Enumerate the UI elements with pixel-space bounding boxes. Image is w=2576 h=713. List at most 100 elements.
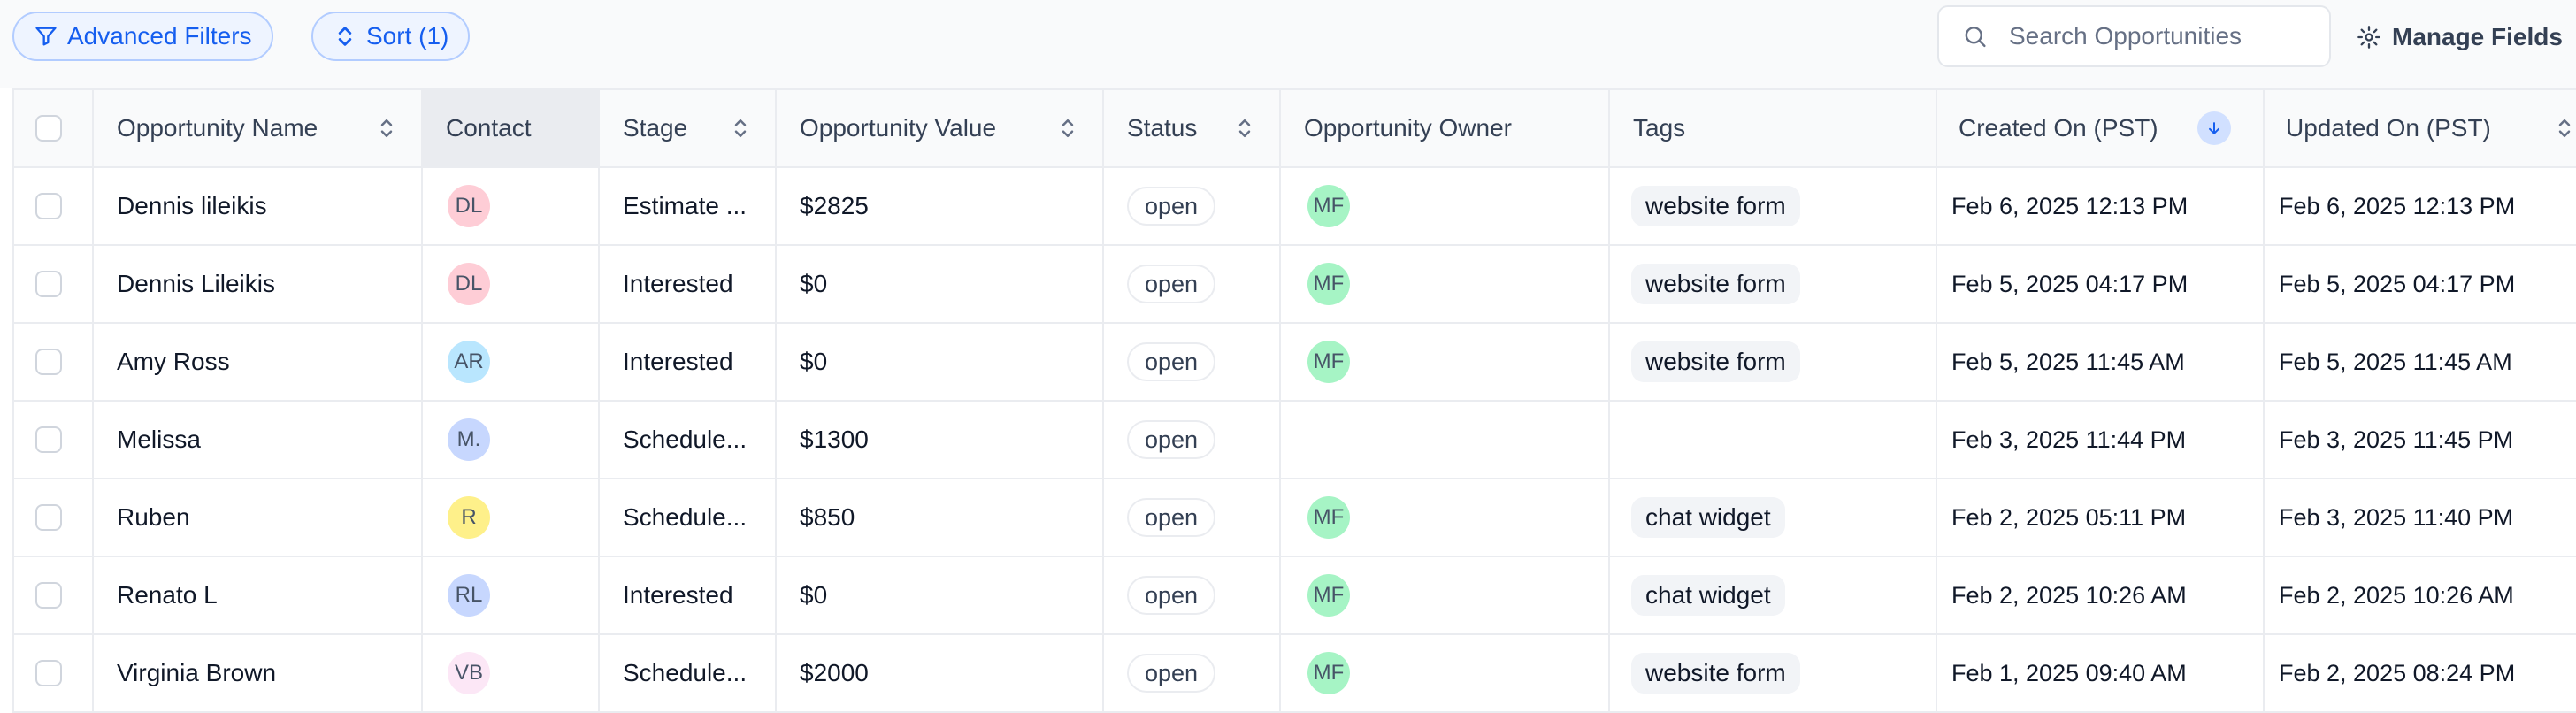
- contact-avatar[interactable]: DL: [448, 185, 490, 227]
- contact-avatar[interactable]: VB: [448, 652, 490, 694]
- gear-icon: [2358, 26, 2380, 49]
- status-badge: open: [1127, 498, 1216, 537]
- toolbar: Advanced Filters Sort (1) Manage Fields: [0, 0, 2576, 88]
- table-row[interactable]: Virginia Brown VB Schedule... $2000 open MF we…: [14, 635, 2576, 713]
- search-box[interactable]: [1937, 5, 2331, 67]
- stage: Interested: [623, 581, 733, 609]
- owner-avatar[interactable]: MF: [1307, 496, 1350, 539]
- column-header-stage[interactable]: Stage: [600, 90, 777, 166]
- table-row[interactable]: Ruben R Schedule... $850 open MF chat widget Fe…: [14, 479, 2576, 557]
- sort-icon[interactable]: [377, 115, 396, 142]
- table-row[interactable]: Dennis lileikis DL Estimate ... $2825 open MF…: [14, 168, 2576, 246]
- opportunity-name[interactable]: Amy Ross: [117, 348, 230, 376]
- opportunity-name-cell[interactable]: Melissa: [94, 402, 423, 478]
- table-row[interactable]: Melissa M. Schedule... $1300 open Feb 3, 2025…: [14, 402, 2576, 479]
- row-select-cell: [14, 635, 94, 711]
- created-on-cell: Feb 2, 2025 05:11 PM: [1937, 479, 2265, 556]
- sort-icon[interactable]: [1058, 115, 1077, 142]
- row-checkbox[interactable]: [35, 660, 62, 686]
- opportunity-name-cell[interactable]: Dennis lileikis: [94, 168, 423, 244]
- updated-on: Feb 5, 2025 04:17 PM: [2279, 270, 2516, 297]
- opportunity-name[interactable]: Melissa: [117, 426, 201, 454]
- owner-avatar[interactable]: MF: [1307, 574, 1350, 617]
- sort-icon[interactable]: [2555, 115, 2574, 142]
- manage-fields-button[interactable]: Manage Fields: [2357, 9, 2563, 65]
- stage-cell: Interested: [600, 246, 777, 322]
- opportunity-name[interactable]: Dennis lileikis: [117, 192, 267, 220]
- updated-on-cell: Feb 6, 2025 12:13 PM: [2265, 168, 2576, 244]
- table-row[interactable]: Renato L RL Interested $0 open MF chat widget F…: [14, 557, 2576, 635]
- arrow-down-icon[interactable]: [2197, 111, 2231, 145]
- opportunity-name[interactable]: Virginia Brown: [117, 659, 276, 687]
- owner-cell: MF: [1281, 479, 1610, 556]
- sort-icon[interactable]: [731, 115, 750, 142]
- status-cell: open: [1104, 557, 1281, 633]
- contact-cell[interactable]: DL: [423, 246, 600, 322]
- contact-cell[interactable]: R: [423, 479, 600, 556]
- column-header-tags[interactable]: Tags: [1610, 90, 1937, 166]
- value-cell: $2000: [777, 635, 1104, 711]
- contact-avatar[interactable]: R: [448, 496, 490, 539]
- row-select-cell: [14, 479, 94, 556]
- row-checkbox[interactable]: [35, 349, 62, 375]
- opportunity-name-cell[interactable]: Ruben: [94, 479, 423, 556]
- table-row[interactable]: Amy Ross AR Interested $0 open MF website form…: [14, 324, 2576, 402]
- contact-avatar[interactable]: DL: [448, 263, 490, 305]
- created-on: Feb 6, 2025 12:13 PM: [1951, 192, 2189, 219]
- contact-cell[interactable]: VB: [423, 635, 600, 711]
- tag-badge: website form: [1631, 264, 1800, 304]
- value-cell: $2825: [777, 168, 1104, 244]
- advanced-filters-button[interactable]: Advanced Filters: [12, 12, 273, 61]
- owner-avatar[interactable]: MF: [1307, 263, 1350, 305]
- owner-avatar[interactable]: MF: [1307, 185, 1350, 227]
- sort-icon[interactable]: [1235, 115, 1254, 142]
- contact-cell[interactable]: RL: [423, 557, 600, 633]
- column-header-created-on[interactable]: Created On (PST): [1937, 90, 2265, 166]
- opportunity-name-cell[interactable]: Dennis Lileikis: [94, 246, 423, 322]
- column-header-contact[interactable]: Contact: [423, 90, 600, 166]
- contact-avatar[interactable]: M.: [448, 418, 490, 461]
- updated-on: Feb 3, 2025 11:45 PM: [2279, 426, 2514, 453]
- created-on: Feb 2, 2025 05:11 PM: [1951, 503, 2187, 531]
- created-on-cell: Feb 1, 2025 09:40 AM: [1937, 635, 2265, 711]
- opportunity-name[interactable]: Ruben: [117, 503, 190, 532]
- stage: Interested: [623, 348, 733, 375]
- column-header-opportunity-owner[interactable]: Opportunity Owner: [1281, 90, 1610, 166]
- column-header-opportunity-name[interactable]: Opportunity Name: [94, 90, 423, 166]
- row-checkbox[interactable]: [35, 504, 62, 531]
- search-input[interactable]: [2007, 21, 2329, 51]
- opportunity-name[interactable]: Dennis Lileikis: [117, 270, 275, 298]
- row-select-cell: [14, 324, 94, 400]
- opportunity-value: $0: [800, 581, 828, 609]
- column-header-updated-on[interactable]: Updated On (PST): [2265, 90, 2576, 166]
- stage-cell: Schedule...: [600, 635, 777, 711]
- sort-button[interactable]: Sort (1): [311, 12, 471, 61]
- stage-cell: Interested: [600, 557, 777, 633]
- column-header-status[interactable]: Status: [1104, 90, 1281, 166]
- row-checkbox[interactable]: [35, 193, 62, 219]
- contact-avatar[interactable]: RL: [448, 574, 490, 617]
- contact-cell[interactable]: DL: [423, 168, 600, 244]
- row-checkbox[interactable]: [35, 271, 62, 297]
- select-all-checkbox[interactable]: [35, 115, 62, 142]
- opportunity-name-cell[interactable]: Virginia Brown: [94, 635, 423, 711]
- opportunity-name-cell[interactable]: Renato L: [94, 557, 423, 633]
- row-checkbox[interactable]: [35, 426, 62, 453]
- created-on-cell: Feb 5, 2025 04:17 PM: [1937, 246, 2265, 322]
- opportunity-name[interactable]: Renato L: [117, 581, 218, 610]
- contact-cell[interactable]: M.: [423, 402, 600, 478]
- created-on: Feb 5, 2025 04:17 PM: [1951, 270, 2189, 297]
- status-badge: open: [1127, 342, 1216, 381]
- table-row[interactable]: Dennis Lileikis DL Interested $0 open MF websi…: [14, 246, 2576, 324]
- owner-avatar[interactable]: MF: [1307, 341, 1350, 383]
- contact-cell[interactable]: AR: [423, 324, 600, 400]
- opportunity-name-cell[interactable]: Amy Ross: [94, 324, 423, 400]
- column-header-opportunity-value[interactable]: Opportunity Value: [777, 90, 1104, 166]
- contact-avatar[interactable]: AR: [448, 341, 490, 383]
- created-on: Feb 5, 2025 11:45 AM: [1951, 348, 2185, 375]
- owner-avatar[interactable]: MF: [1307, 652, 1350, 694]
- updated-on-cell: Feb 5, 2025 04:17 PM: [2265, 246, 2576, 322]
- status-badge: open: [1127, 420, 1216, 459]
- opportunities-table: Opportunity Name Contact Stage Opportuni…: [12, 88, 2576, 713]
- row-checkbox[interactable]: [35, 582, 62, 609]
